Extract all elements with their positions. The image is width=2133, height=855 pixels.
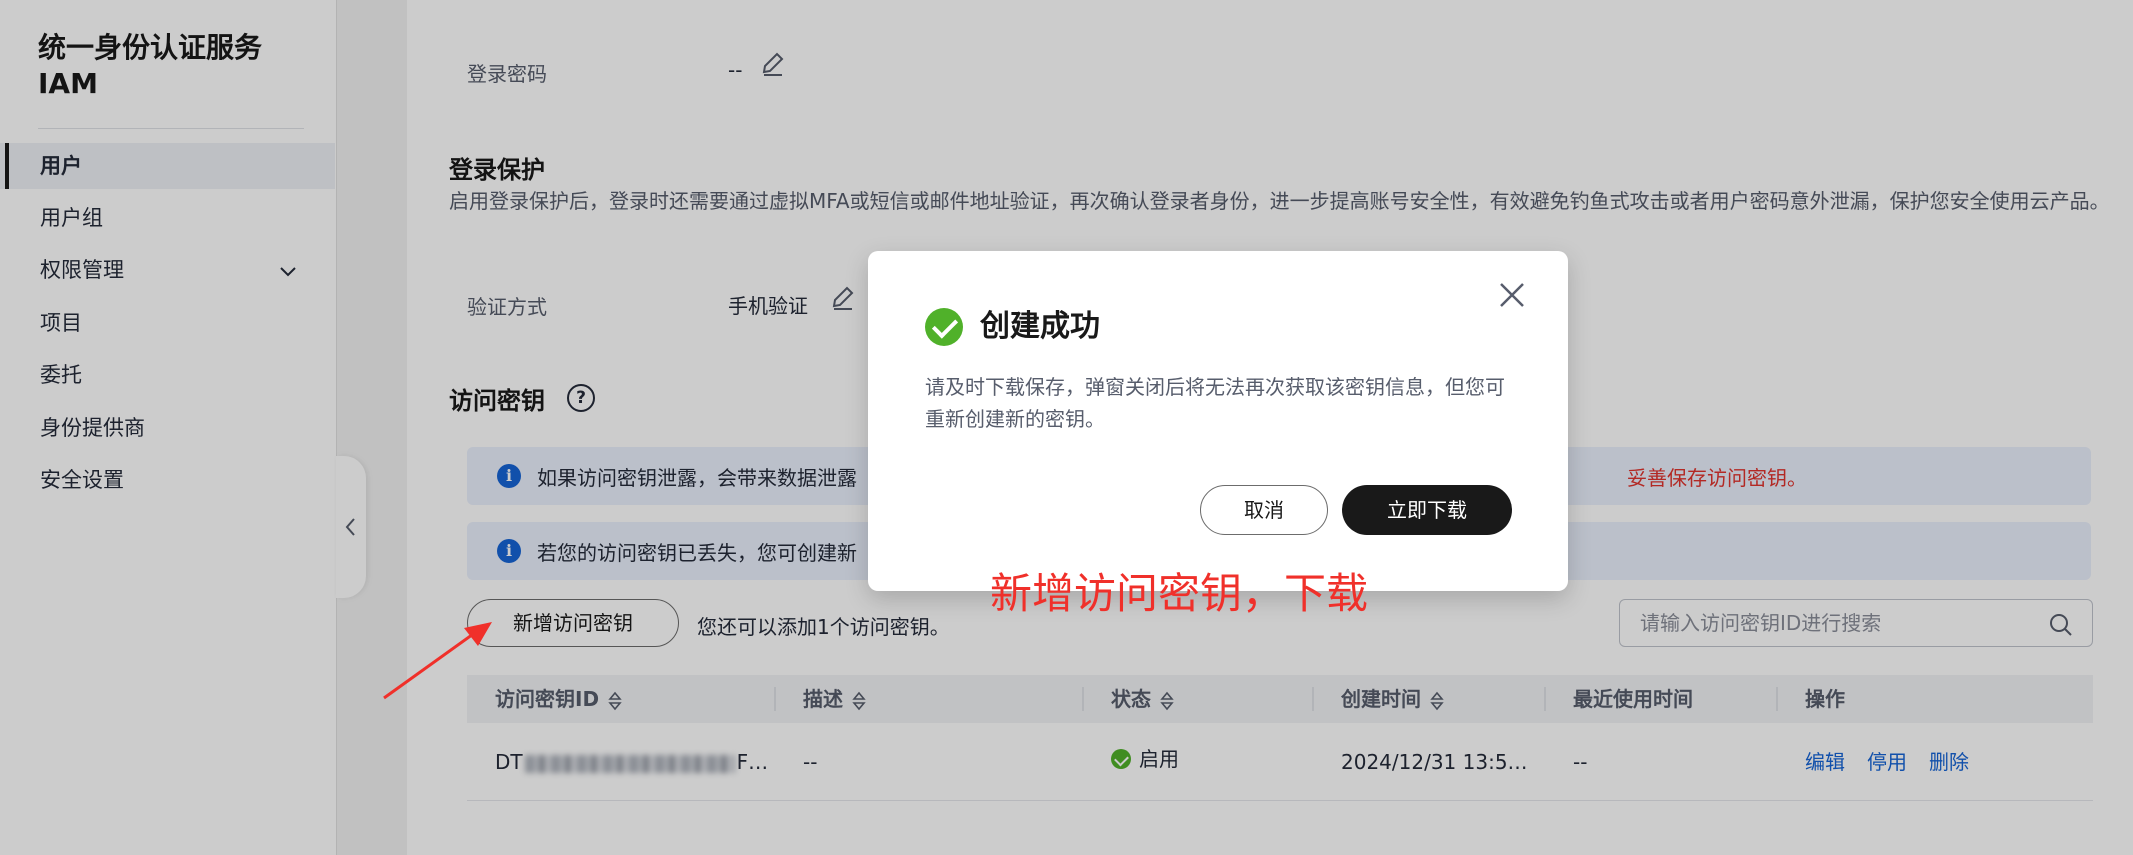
annotation-arrow-icon <box>383 622 492 700</box>
dialog-title: 创建成功 <box>980 309 1100 344</box>
annotation-text: 新增访问密钥，下载 <box>990 569 1369 618</box>
success-check-icon <box>925 308 963 346</box>
create-success-dialog: 创建成功 请及时下载保存，弹窗关闭后将无法再次获取该密钥信息，但您可重新创建新的… <box>868 251 1568 591</box>
close-icon[interactable] <box>1496 279 1528 311</box>
dialog-message: 请及时下载保存，弹窗关闭后将无法再次获取该密钥信息，但您可重新创建新的密钥。 <box>925 375 1505 431</box>
download-now-button[interactable]: 立即下载 <box>1342 485 1512 535</box>
cancel-button[interactable]: 取消 <box>1200 485 1328 535</box>
